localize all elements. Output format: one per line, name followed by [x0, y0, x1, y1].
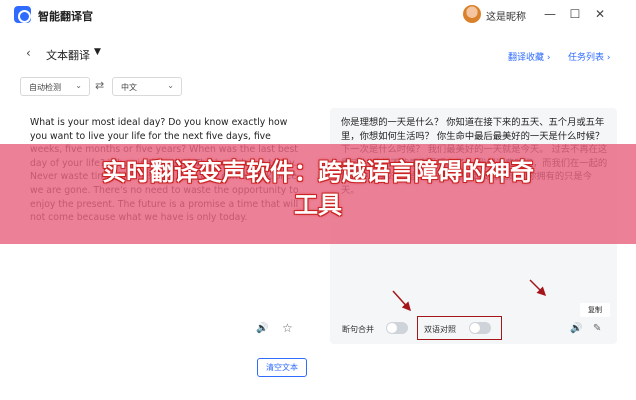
banner-title: 实时翻译变声软件：跨越语言障碍的神奇 工具	[0, 156, 636, 222]
banner-line-1: 实时翻译变声软件：跨越语言障碍的神奇	[102, 158, 534, 186]
annotation-arrow	[392, 290, 412, 312]
clear-text-button[interactable]: 清空文本	[257, 358, 307, 377]
banner-line-2: 工具	[294, 191, 342, 219]
annotation-arrow	[529, 279, 547, 297]
